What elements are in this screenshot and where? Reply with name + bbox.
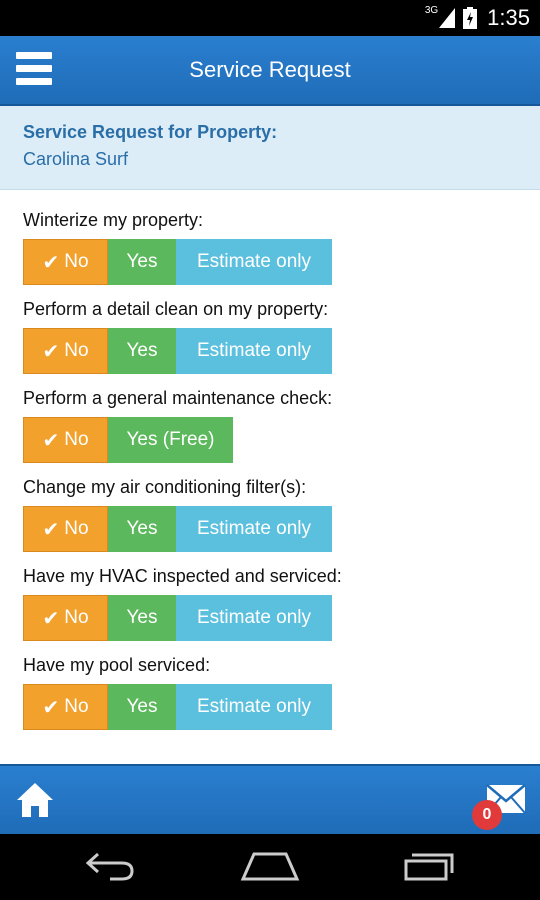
option-label: No (64, 518, 89, 539)
question-label: Perform a general maintenance check: (23, 388, 333, 408)
bottom-toolbar: 0 (0, 764, 540, 834)
option-estimate-button[interactable]: Estimate only (176, 506, 332, 552)
question-label: Winterize my property: (23, 210, 204, 230)
checkmark-icon: ✔ (42, 429, 60, 452)
option-label: No (64, 340, 89, 361)
question-hvac: Have my HVAC inspected and serviced: ✔ No… (23, 566, 517, 641)
option-estimate-button[interactable]: Estimate only (176, 239, 332, 285)
question-ac-filter: Change my air conditioning filter(s): ✔ N… (23, 477, 517, 552)
option-no-button[interactable]: ✔ No (23, 506, 108, 552)
checkmark-icon: ✔ (42, 340, 60, 363)
home-nav-icon[interactable] (240, 850, 300, 882)
property-name: Carolina Surf (23, 149, 129, 169)
option-label: Yes (126, 696, 158, 717)
question-detail-clean: Perform a detail clean on my property: ✔… (23, 299, 517, 374)
property-heading: Service Request for Property: (23, 122, 278, 142)
option-label: Estimate only (196, 518, 312, 539)
option-label: No (64, 607, 89, 628)
checkmark-icon: ✔ (42, 607, 60, 630)
checkmark-icon: ✔ (42, 518, 60, 541)
option-group: ✔ No Yes Estimate only (23, 684, 517, 730)
mail-badge: 0 (472, 800, 502, 830)
option-yes-free-button[interactable]: Yes (Free) (108, 417, 233, 463)
checkmark-icon: ✔ (42, 696, 60, 719)
app-bar: Service Request (0, 36, 540, 106)
option-yes-button[interactable]: Yes (108, 595, 176, 641)
option-label: No (64, 251, 89, 272)
option-no-button[interactable]: ✔ No (23, 417, 108, 463)
option-label: Yes (126, 340, 158, 361)
status-clock: 1:35 (487, 5, 530, 30)
option-no-button[interactable]: ✔ No (23, 239, 108, 285)
option-label: Yes (Free) (126, 429, 215, 450)
question-label: Have my HVAC inspected and serviced: (23, 566, 342, 586)
option-label: Estimate only (196, 251, 312, 272)
option-estimate-button[interactable]: Estimate only (176, 595, 332, 641)
option-group: ✔ No Yes Estimate only (23, 506, 517, 552)
checkmark-icon: ✔ (42, 251, 60, 274)
option-label: Yes (126, 518, 158, 539)
question-label: Have my pool serviced: (23, 655, 211, 675)
option-group: ✔ No Yes Estimate only (23, 595, 517, 641)
option-no-button[interactable]: ✔ No (23, 595, 108, 641)
option-yes-button[interactable]: Yes (108, 328, 176, 374)
option-label: No (64, 429, 89, 450)
option-label: Estimate only (196, 696, 312, 717)
question-label: Change my air conditioning filter(s): (23, 477, 307, 497)
back-icon[interactable] (84, 850, 136, 882)
option-estimate-button[interactable]: Estimate only (176, 328, 332, 374)
home-icon[interactable] (16, 782, 54, 818)
option-label: Estimate only (196, 607, 312, 628)
question-label: Perform a detail clean on my property: (23, 299, 329, 319)
status-bar: 3G 1:35 (0, 0, 540, 36)
option-yes-button[interactable]: Yes (108, 239, 176, 285)
option-yes-button[interactable]: Yes (108, 506, 176, 552)
option-estimate-button[interactable]: Estimate only (176, 684, 332, 730)
service-request-form[interactable]: Service Request for Property: Carolina S… (0, 106, 540, 764)
signal-icon (439, 8, 456, 28)
property-panel: Service Request for Property: Carolina S… (0, 106, 540, 190)
option-no-button[interactable]: ✔ No (23, 328, 108, 374)
question-pool: Have my pool serviced: ✔ No Yes Estimate … (23, 655, 517, 730)
option-group: ✔ No Yes (Free) (23, 417, 517, 463)
option-no-button[interactable]: ✔ No (23, 684, 108, 730)
battery-icon (463, 7, 478, 29)
questions-list: Winterize my property: ✔ No Yes Estimate … (0, 190, 540, 730)
network-type-label: 3G (424, 4, 439, 16)
recent-apps-icon[interactable] (402, 850, 454, 882)
page-title: Service Request (189, 57, 351, 82)
option-group: ✔ No Yes Estimate only (23, 328, 517, 374)
question-maintenance-check: Perform a general maintenance check: ✔ No… (23, 388, 517, 463)
question-winterize: Winterize my property: ✔ No Yes Estimate … (23, 210, 517, 285)
option-label: Yes (126, 607, 158, 628)
option-label: No (64, 696, 89, 717)
option-label: Yes (126, 251, 158, 272)
option-yes-button[interactable]: Yes (108, 684, 176, 730)
option-label: Estimate only (196, 340, 312, 361)
option-group: ✔ No Yes Estimate only (23, 239, 517, 285)
system-navigation-bar (0, 834, 540, 900)
